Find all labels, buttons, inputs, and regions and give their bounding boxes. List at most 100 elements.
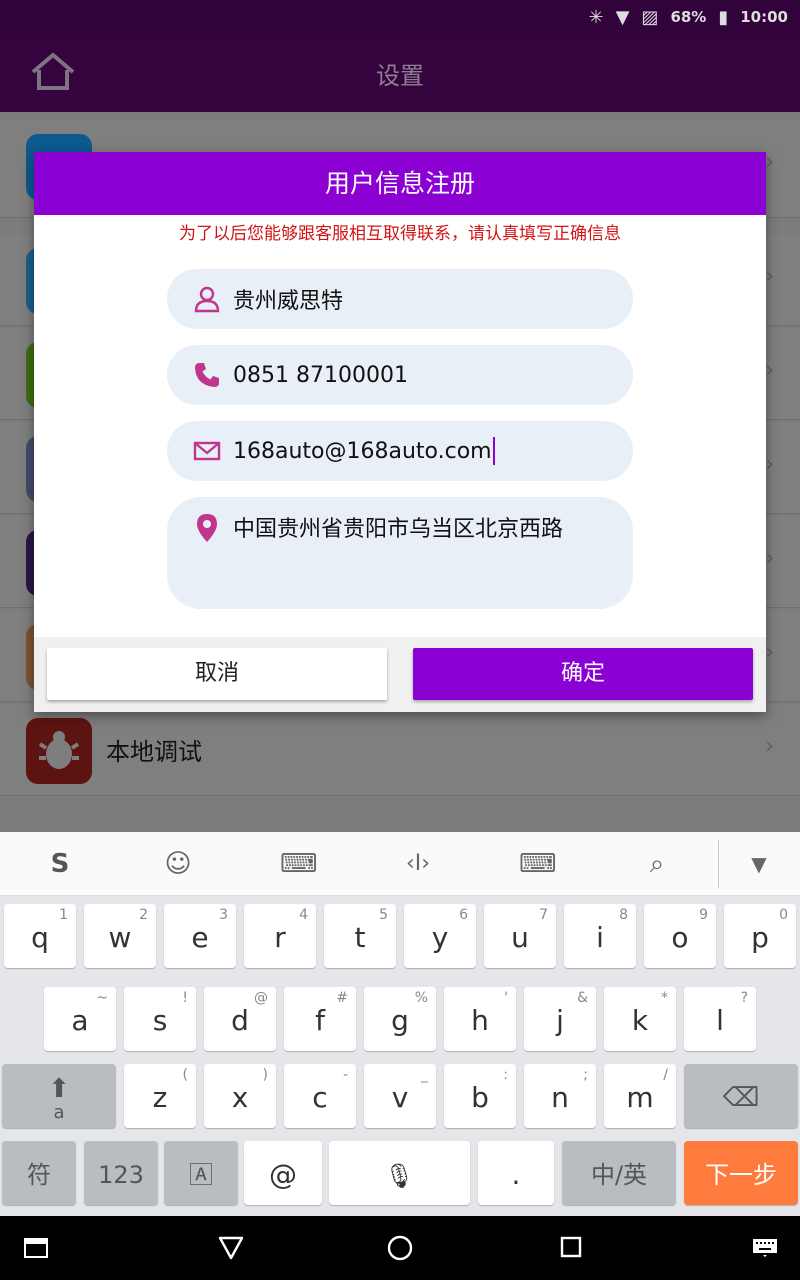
key-a[interactable]: ~ a — [44, 987, 116, 1051]
address-value: 中国贵州省贵阳市乌当区北京西路 — [233, 517, 564, 542]
key-label: u — [511, 921, 529, 954]
overview-icon[interactable] — [560, 1236, 582, 1258]
key-y[interactable]: 6y — [404, 904, 476, 968]
shift-arrow-icon: ⬆ — [48, 1074, 70, 1104]
key-z[interactable]: (z — [124, 1064, 196, 1128]
key-secondary-label: - — [342, 1067, 348, 1083]
key-label: n — [551, 1081, 569, 1114]
key-secondary-label: 8 — [619, 907, 628, 923]
key-secondary-label: 4 — [299, 907, 308, 923]
location-pin-icon — [197, 514, 217, 542]
keyboard-indicator-icon[interactable] — [752, 1238, 778, 1258]
chevron-right-icon: › — [765, 734, 774, 759]
key-d[interactable]: @ d — [204, 987, 276, 1051]
confirm-button[interactable]: 确定 — [413, 648, 753, 700]
symbols-key[interactable]: 符 — [2, 1141, 76, 1205]
key-secondary-label: 9 — [699, 907, 708, 923]
list-item-local-debug[interactable]: 本地调试 › — [0, 704, 800, 796]
key-h[interactable]: ' h — [444, 987, 516, 1051]
search-icon[interactable]: ⌕ — [639, 846, 675, 882]
key-g[interactable]: % g — [364, 987, 436, 1051]
key-label: l — [716, 1004, 724, 1037]
key-r[interactable]: 4r — [244, 904, 316, 968]
battery-percent: 68% — [670, 8, 707, 26]
language-toggle-key[interactable]: 中/英 — [562, 1141, 676, 1205]
key-w[interactable]: 2w — [84, 904, 156, 968]
key-o[interactable]: 9o — [644, 904, 716, 968]
recent-windows-icon[interactable] — [24, 1238, 48, 1258]
key-secondary-label: ( — [182, 1067, 188, 1083]
cursor-move-icon[interactable]: ‹I› — [400, 846, 436, 882]
voice-input-key[interactable]: 🎙 — [329, 1141, 470, 1205]
key-label: t — [354, 921, 366, 954]
key-label: a — [71, 1004, 89, 1037]
key-n[interactable]: ; n — [524, 1064, 596, 1128]
key-label: g — [391, 1004, 409, 1037]
cancel-button[interactable]: 取消 — [47, 648, 387, 700]
key-label: d — [231, 1004, 249, 1037]
dialog-title: 用户信息注册 — [34, 152, 766, 215]
period-key[interactable]: . — [478, 1141, 554, 1205]
keyboard-toolbar: S ☺ ⌨ ‹I› ⌨ ⌕ ▼ — [0, 832, 800, 896]
at-key[interactable]: @ — [244, 1141, 322, 1205]
system-nav-bar — [0, 1216, 800, 1280]
name-field[interactable]: 贵州威思特 — [167, 269, 633, 329]
key-secondary-label: ! — [182, 990, 188, 1006]
phone-value: 0851 87100001 — [233, 362, 408, 388]
key-p[interactable]: 0p — [724, 904, 796, 968]
key-label: h — [471, 1004, 489, 1037]
key-k[interactable]: * k — [604, 987, 676, 1051]
next-step-key[interactable]: 下一步 — [684, 1141, 798, 1205]
bug-icon — [26, 718, 92, 784]
backspace-key[interactable]: ⌫ — [684, 1064, 798, 1128]
hide-keyboard-icon[interactable]: ▼ — [741, 846, 777, 882]
key-secondary-label: 7 — [539, 907, 548, 923]
key-v[interactable]: _ v — [364, 1064, 436, 1128]
key-t[interactable]: 5t — [324, 904, 396, 968]
shift-key[interactable]: ⬆ a — [2, 1064, 116, 1128]
keyboard-switch-key[interactable]: 🄰 — [164, 1141, 238, 1205]
email-field[interactable]: 168auto@168auto.com — [167, 421, 633, 481]
chevron-right-icon: › — [765, 546, 774, 571]
key-u[interactable]: 7u — [484, 904, 556, 968]
key-secondary-label: 6 — [459, 907, 468, 923]
key-label: w — [108, 921, 132, 954]
key-j[interactable]: & j — [524, 987, 596, 1051]
key-label: y — [431, 921, 449, 954]
mail-icon — [193, 441, 221, 461]
key-c[interactable]: -c — [284, 1064, 356, 1128]
key-label: b — [471, 1081, 489, 1114]
key-i[interactable]: 8i — [564, 904, 636, 968]
sogou-logo-icon[interactable]: S — [42, 846, 78, 882]
back-icon[interactable] — [218, 1236, 244, 1260]
backspace-icon: ⌫ — [722, 1083, 760, 1113]
keyboard-layout-icon[interactable]: ⌨ — [280, 846, 318, 882]
home-nav-icon[interactable] — [387, 1235, 413, 1261]
key-b[interactable]: :b — [444, 1064, 516, 1128]
key-secondary-label: & — [577, 990, 588, 1006]
key-m[interactable]: / m — [604, 1064, 676, 1128]
emoji-icon[interactable]: ☺ — [160, 846, 196, 882]
key-q[interactable]: 1q — [4, 904, 76, 968]
key-secondary-label: @ — [254, 990, 268, 1006]
key-x[interactable]: ) x — [204, 1064, 276, 1128]
app-bar: 设置 — [0, 34, 800, 112]
numbers-key[interactable]: 123 — [84, 1141, 158, 1205]
key-label: i — [596, 921, 604, 954]
key-e[interactable]: 3e — [164, 904, 236, 968]
key-f[interactable]: # f — [284, 987, 356, 1051]
key-label: k — [631, 1004, 649, 1037]
key-secondary-label: # — [336, 990, 348, 1006]
key-s[interactable]: ! s — [124, 987, 196, 1051]
address-field[interactable]: 中国贵州省贵阳市乌当区北京西路 — [167, 497, 633, 609]
soft-keyboard: S ☺ ⌨ ‹I› ⌨ ⌕ ▼ 1 q 2 w 3 e 4 r 5 t 6 y 7 u 8 i 9 o 0 p ~ a! s… — [0, 832, 800, 1216]
key-label: f — [315, 1004, 325, 1037]
key-secondary-label: 3 — [219, 907, 228, 923]
chevron-right-icon: › — [765, 640, 774, 665]
name-value: 贵州威思特 — [233, 289, 344, 314]
key-l[interactable]: ? l — [684, 987, 756, 1051]
key-label: j — [556, 1004, 564, 1037]
phone-icon — [195, 363, 219, 387]
phone-field[interactable]: 0851 87100001 — [167, 345, 633, 405]
keyboard-settings-icon[interactable]: ⌨ — [519, 846, 557, 882]
